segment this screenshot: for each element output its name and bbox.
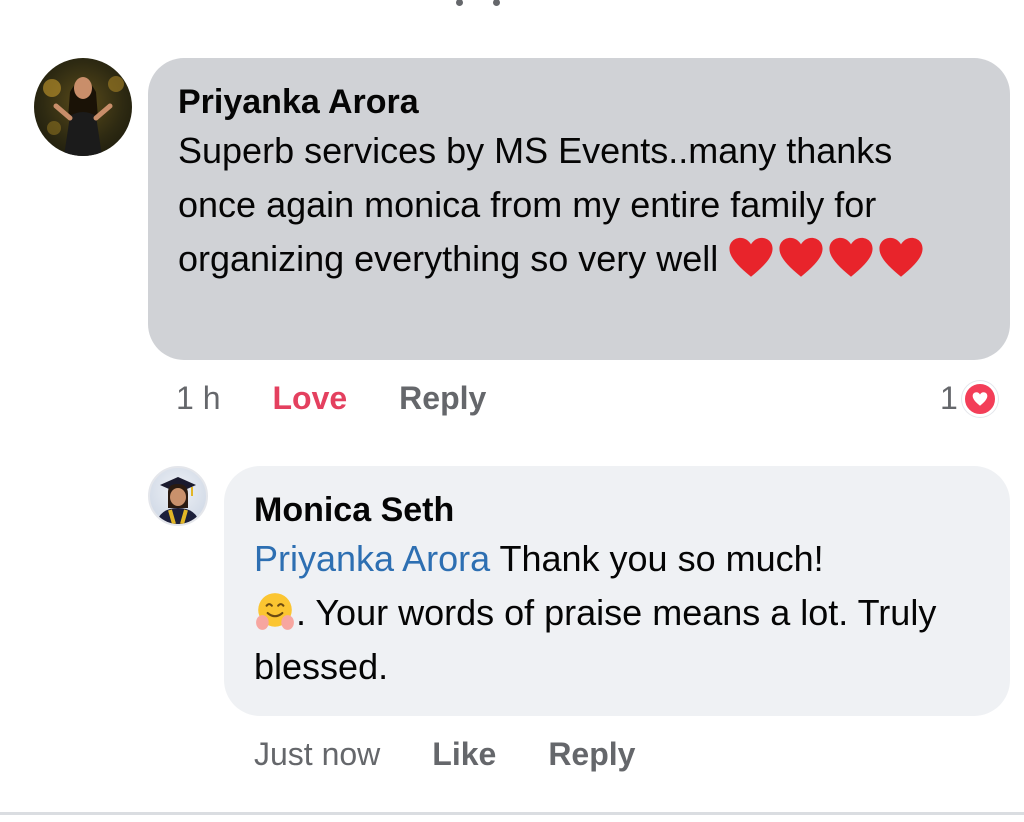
reply-text-part2: . Your words of praise means a lot. Trul… [254,592,937,687]
reply-text: Priyanka Arora Thank you so much! . Your… [254,532,980,694]
love-button[interactable]: Love [272,380,347,417]
love-reaction-icon [961,380,998,417]
avatar-photo-icon [43,76,124,156]
previous-comment-remnant [448,0,508,6]
reply-actions: Just now Like Reply [254,736,635,773]
reply-author[interactable]: Monica Seth [254,488,980,532]
reaction-summary[interactable]: 1 [940,380,998,417]
heart-icon [729,237,773,277]
comment-bubble[interactable]: Priyanka Arora Superb services by MS Eve… [148,58,1010,360]
comment-actions: 1 h Love Reply [176,380,486,417]
heart-icon [829,237,873,277]
hugging-face-icon [256,593,294,630]
like-button[interactable]: Like [432,736,496,773]
reply-bubble[interactable]: Monica Seth Priyanka Arora Thank you so … [224,466,1010,716]
reply-timestamp[interactable]: Just now [254,736,380,773]
comment-timestamp[interactable]: 1 h [176,380,220,417]
avatar-priyanka[interactable] [34,58,132,156]
reply-reply-button[interactable]: Reply [548,736,635,773]
avatar-monica[interactable] [148,466,208,526]
comment-text: Superb services by MS Events..many thank… [178,124,980,286]
heart-icon [779,237,823,277]
comment-author[interactable]: Priyanka Arora [178,80,980,124]
heart-emojis [728,237,928,279]
reaction-count: 1 [940,380,958,416]
avatar-photo-icon [156,477,200,524]
heart-icon [879,237,923,277]
reply-text-part1: Thank you so much! [490,538,824,579]
mention-link[interactable]: Priyanka Arora [254,538,490,579]
divider [0,812,1024,815]
reply-button[interactable]: Reply [399,380,486,417]
